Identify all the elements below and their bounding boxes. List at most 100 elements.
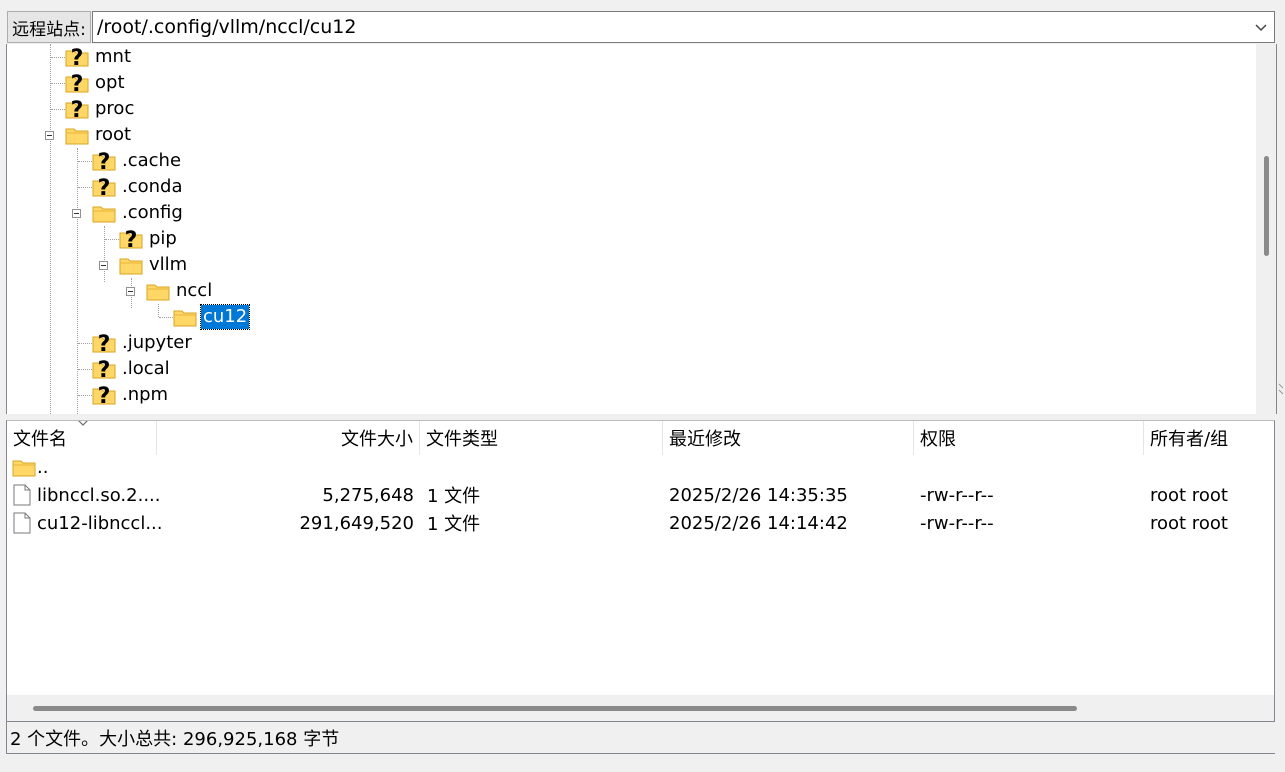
tree-guide-line: [159, 317, 173, 318]
tree-guide-line: [50, 44, 51, 414]
resize-grip-icon[interactable]: [1277, 380, 1285, 402]
tree-guide-line: [158, 304, 159, 317]
tree-node-proc[interactable]: ? proc: [65, 96, 136, 123]
file-row[interactable]: libnccl.so.2.... 5,275,648 1 文件 2025/2/26 1…: [7, 481, 1267, 509]
tree-guide-line: [78, 369, 92, 370]
remote-site-label-text: 远程站点:: [12, 19, 86, 40]
column-header-permissions[interactable]: 权限: [914, 421, 1144, 455]
permissions-cell: -rw-r--r--: [920, 484, 994, 506]
folder-icon: [119, 254, 143, 276]
column-header-permissions-label: 权限: [920, 429, 956, 450]
tree-guide-line: [78, 161, 92, 162]
modified-cell: 2025/2/26 14:35:35: [669, 484, 848, 506]
svg-text:?: ?: [98, 384, 111, 406]
question-folder-icon: ?: [92, 358, 116, 383]
tree-node-dot-local[interactable]: ? .local: [92, 356, 172, 383]
folder-icon: [146, 280, 170, 302]
tree-guide-line: [51, 83, 65, 84]
tree-node-vllm[interactable]: vllm: [119, 252, 189, 278]
filesize-cell: 5,275,648: [322, 484, 414, 506]
tree-node-label: root: [95, 124, 132, 145]
question-folder-icon: ?: [119, 228, 143, 253]
column-header-modified-label: 最近修改: [669, 429, 741, 450]
parent-directory-label: ..: [37, 456, 49, 478]
filename-cell: cu12-libnccl...: [37, 512, 163, 534]
tree-node-dot-cache[interactable]: ? .cache: [92, 148, 183, 175]
file-row[interactable]: cu12-libnccl... 291,649,520 1 文件 2025/2/26 …: [7, 509, 1267, 537]
folder-icon: [12, 460, 36, 477]
tree-guide-line: [78, 395, 92, 396]
tree-node-label: opt: [95, 72, 125, 93]
column-header-filetype[interactable]: 文件类型: [420, 421, 663, 455]
file-list-scroll-thumb[interactable]: [33, 706, 1077, 711]
tree-vertical-scrollbar[interactable]: [1256, 44, 1276, 414]
tree-node-dot-jupyter[interactable]: ? .jupyter: [92, 330, 194, 357]
tree-guide-line: [51, 109, 65, 110]
question-folder-icon: ?: [65, 46, 89, 71]
tree-node-dot-config[interactable]: .config: [92, 200, 185, 226]
folder-icon: [173, 306, 197, 328]
column-header-filesize[interactable]: 文件大小: [157, 421, 420, 455]
svg-text:?: ?: [125, 228, 138, 250]
tree-scroll-thumb[interactable]: [1264, 156, 1269, 256]
chevron-down-icon[interactable]: [1254, 20, 1268, 34]
tree-guide-line: [78, 343, 92, 344]
question-folder-icon: ?: [65, 72, 89, 97]
question-folder-icon: ?: [65, 98, 89, 123]
file-icon: [13, 481, 31, 509]
remote-path-input[interactable]: /root/.config/vllm/nccl/cu12: [93, 16, 356, 38]
tree-node-label: vllm: [149, 254, 188, 275]
tree-node-label: proc: [95, 98, 135, 119]
column-header-filetype-label: 文件类型: [426, 429, 498, 450]
tree-guide-line: [78, 187, 92, 188]
column-header-filesize-label: 文件大小: [341, 429, 413, 450]
remote-path-combobox[interactable]: /root/.config/vllm/nccl/cu12: [92, 11, 1275, 43]
remote-directory-tree[interactable]: ? mnt? opt? proc root ? .cache? .conda .config? p…: [6, 44, 1277, 414]
tree-node-label: cu12: [199, 304, 251, 330]
column-header-owner[interactable]: 所有者/组: [1144, 421, 1274, 455]
svg-text:?: ?: [98, 332, 111, 354]
tree-node-dot-npm[interactable]: ? .npm: [92, 382, 170, 409]
modified-cell: 2025/2/26 14:14:42: [669, 512, 848, 534]
tree-guide-line: [105, 239, 119, 240]
tree-node-root[interactable]: root: [65, 122, 133, 148]
tree-node-label: .jupyter: [122, 332, 192, 353]
tree-guide-line: [51, 57, 65, 58]
filetype-cell: 1 文件: [427, 514, 481, 535]
column-header-filename[interactable]: 文件名: [7, 421, 157, 455]
parent-directory-row[interactable]: ..: [7, 453, 1267, 481]
tree-guide-line: [104, 226, 105, 282]
filesize-cell: 291,649,520: [299, 512, 414, 534]
filetype-cell: 1 文件: [427, 486, 481, 507]
tree-node-mnt[interactable]: ? mnt: [65, 44, 133, 71]
status-text: 2 个文件。大小总共: 296,925,168 字节: [10, 728, 340, 750]
collapse-nccl-toggle[interactable]: [126, 287, 135, 296]
svg-text:?: ?: [98, 150, 111, 172]
collapse-vllm-toggle[interactable]: [99, 261, 108, 270]
svg-text:?: ?: [71, 98, 84, 120]
tree-node-label: pip: [149, 228, 177, 249]
permissions-cell: -rw-r--r--: [920, 512, 994, 534]
tree-node-label: .local: [122, 358, 170, 379]
remote-site-label: 远程站点:: [7, 11, 91, 43]
question-folder-icon: ?: [92, 384, 116, 409]
column-header-filename-label: 文件名: [13, 429, 67, 450]
tree-node-pip[interactable]: ? pip: [119, 226, 179, 253]
svg-text:?: ?: [98, 358, 111, 380]
collapse-config-toggle[interactable]: [72, 209, 81, 218]
collapse-root-toggle[interactable]: [45, 131, 54, 140]
tree-node-nccl[interactable]: nccl: [146, 278, 214, 304]
tree-node-opt[interactable]: ? opt: [65, 70, 127, 97]
tree-node-cu12[interactable]: cu12: [173, 304, 251, 330]
file-list-header: 文件名 文件大小 文件类型 最近修改 权限 所有者/组: [7, 421, 1274, 455]
tree-node-label: nccl: [176, 280, 213, 301]
column-header-modified[interactable]: 最近修改: [663, 421, 914, 455]
tree-node-dot-conda[interactable]: ? .conda: [92, 174, 185, 201]
owner-cell: root root: [1150, 512, 1228, 534]
file-list-horizontal-scrollbar[interactable]: [7, 695, 1274, 721]
svg-text:?: ?: [71, 46, 84, 68]
parent-directory-cell: ..: [12, 453, 48, 481]
remote-file-list[interactable]: 文件名 文件大小 文件类型 最近修改 权限 所有者/组 .. libnccl.s…: [6, 420, 1275, 722]
filename-cell: libnccl.so.2....: [37, 484, 161, 506]
folder-icon: [65, 124, 89, 146]
